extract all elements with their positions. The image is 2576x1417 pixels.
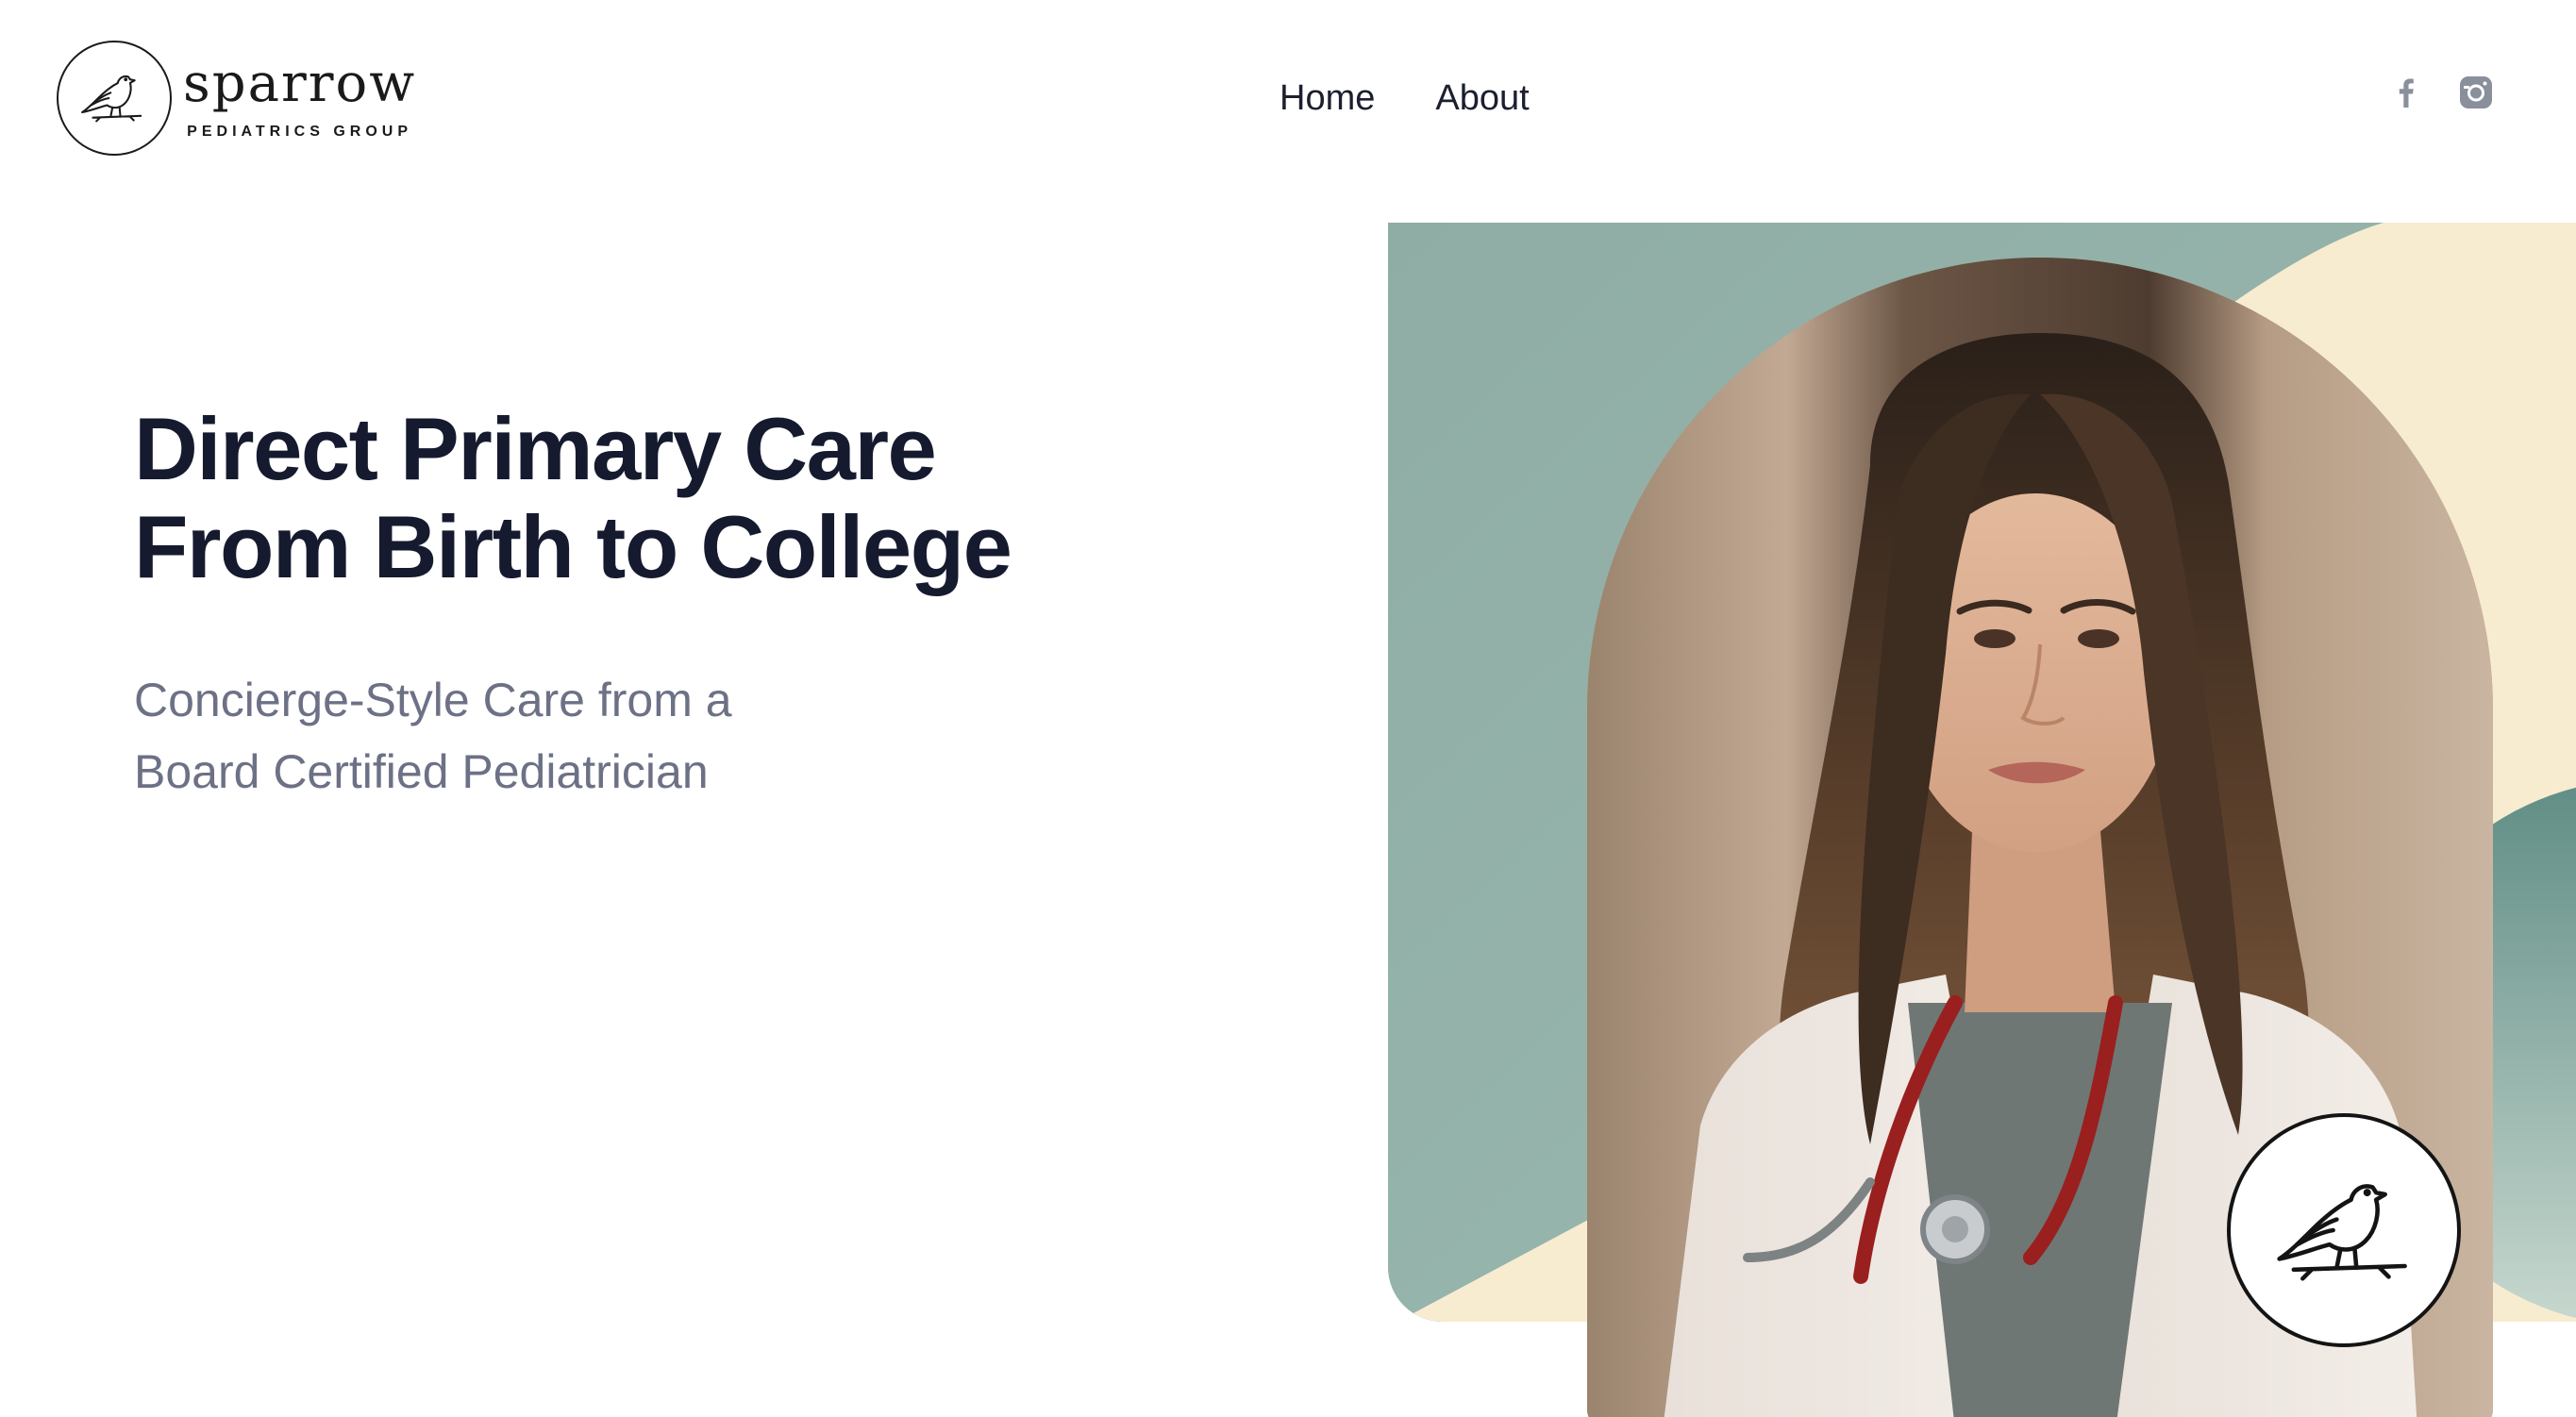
hero-title-line-1: Direct Primary Care (134, 399, 937, 498)
brand-tagline: PEDIATRICS GROUP (187, 124, 412, 140)
facebook-icon[interactable] (2387, 74, 2425, 111)
hero-title-line-2: From Birth to College (134, 497, 1012, 596)
sparrow-badge-icon (2227, 1113, 2461, 1347)
sparrow-bird-icon (57, 41, 172, 156)
brand-name: sparrow (183, 53, 417, 114)
page: sparrow PEDIATRICS GROUP Home About Dire… (0, 0, 2576, 1417)
instagram-icon[interactable] (2457, 74, 2495, 111)
hero-title: Direct Primary Care From Birth to Colleg… (134, 399, 1012, 596)
social-links (2387, 74, 2495, 111)
hero-subtitle: Concierge-Style Care from a Board Certif… (134, 664, 732, 808)
hero-subtitle-line-2: Board Certified Pediatrician (134, 745, 709, 798)
nav-item-about[interactable]: About (1435, 72, 1529, 125)
brand-logo-link[interactable]: sparrow PEDIATRICS GROUP (57, 40, 416, 157)
hero-visual (1388, 223, 2576, 1417)
main-nav: Home About (1280, 72, 1530, 125)
site-header: sparrow PEDIATRICS GROUP Home About (0, 0, 2576, 198)
hero-subtitle-line-1: Concierge-Style Care from a (134, 674, 732, 726)
nav-item-home[interactable]: Home (1280, 72, 1375, 125)
